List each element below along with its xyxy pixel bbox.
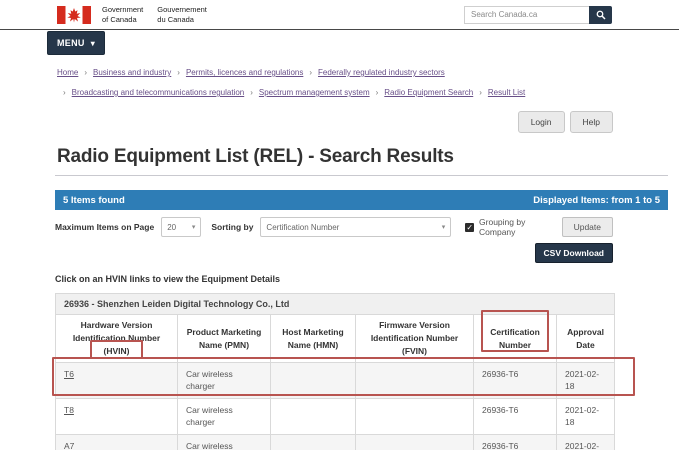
approval-date-cell: 2021-02-18 <box>557 363 615 399</box>
hvin-cell: T8 <box>56 399 178 435</box>
chevron-down-icon: ▾ <box>192 223 196 231</box>
col-header-fvin: Firmware Version Identification Number (… <box>356 315 474 363</box>
controls-row: Maximum Items on Page 20 ▾ Sorting by Ce… <box>55 217 613 237</box>
pmn-cell: Car wireless charger <box>178 363 271 399</box>
login-help-row: Login Help <box>0 111 679 133</box>
logo-wordmark-fr: Gouvernement du Canada <box>157 5 207 24</box>
hvin-link-t6[interactable]: T6 <box>64 369 74 379</box>
menu-button-label: MENU <box>57 38 85 48</box>
breadcrumb-broadcasting-telecom[interactable]: Broadcasting and telecommunications regu… <box>72 83 245 103</box>
hmn-cell <box>271 435 356 450</box>
hmn-cell <box>271 399 356 435</box>
grouping-checkbox[interactable]: ✓ <box>465 223 474 232</box>
company-name: 26936 - Shenzhen Leiden Digital Technolo… <box>56 294 615 315</box>
col-header-hvin: Hardware Version Identification Number (… <box>56 315 178 363</box>
pmn-cell: Car wireless charger <box>178 435 271 450</box>
certification-number-cell: 26936-T6 <box>474 399 557 435</box>
search-input[interactable] <box>464 6 589 24</box>
sorting-select[interactable]: Certification Number ▾ <box>260 217 451 237</box>
breadcrumb-separator: › <box>84 63 87 83</box>
table-row: A7 Car wireless charger 26936-T6 2021-02… <box>56 435 615 450</box>
breadcrumb-home[interactable]: Home <box>57 63 78 83</box>
chevron-down-icon: ▾ <box>91 39 95 48</box>
hvin-instruction: Click on an HVIN links to view the Equip… <box>55 274 679 284</box>
breadcrumb-separator: › <box>309 63 312 83</box>
max-items-value: 20 <box>167 223 176 232</box>
gc-header: Government of Canada Gouvernement du Can… <box>0 0 679 29</box>
sorting-value: Certification Number <box>266 223 339 232</box>
max-items-label: Maximum Items on Page <box>55 222 154 232</box>
certification-number-cell: 26936-T6 <box>474 435 557 450</box>
search-button[interactable] <box>589 6 612 24</box>
pmn-cell: Car wireless charger <box>178 399 271 435</box>
help-button[interactable]: Help <box>570 111 613 133</box>
col-header-pmn: Product Marketing Name (PMN) <box>178 315 271 363</box>
items-found-label: 5 Items found <box>63 195 125 206</box>
breadcrumb-separator: › <box>63 83 66 103</box>
update-button[interactable]: Update <box>562 217 613 237</box>
col-header-certification-number: Certification Number <box>474 315 557 363</box>
breadcrumb-line-1: Home › Business and industry › Permits, … <box>57 63 580 83</box>
grouping-checkbox-group[interactable]: ✓ Grouping by Company <box>465 217 561 237</box>
chevron-down-icon: ▾ <box>442 223 446 231</box>
table-row: T8 Car wireless charger 26936-T6 2021-02… <box>56 399 615 435</box>
grouping-label: Grouping by Company <box>479 217 562 237</box>
fvin-cell <box>356 435 474 450</box>
menu-button[interactable]: MENU ▾ <box>47 31 105 55</box>
site-search <box>464 6 612 24</box>
hvin-cell: T6 <box>56 363 178 399</box>
approval-date-cell: 2021-02-18 <box>557 435 615 450</box>
logo-wordmark: Government of Canada Gouvernement du Can… <box>102 5 207 24</box>
hvin-link-t8[interactable]: T8 <box>64 405 74 415</box>
title-divider <box>55 175 668 176</box>
col-header-hmn: Host Marketing Name (HMN) <box>271 315 356 363</box>
breadcrumb-separator: › <box>177 63 180 83</box>
displayed-items-label: Displayed Items: from 1 to 5 <box>533 195 660 206</box>
menu-bar: MENU ▾ <box>0 29 679 56</box>
table-row: T6 Car wireless charger 26936-T6 2021-02… <box>56 363 615 399</box>
logo-wordmark-en: Government of Canada <box>102 5 143 24</box>
breadcrumb-separator: › <box>250 83 253 103</box>
breadcrumb: Home › Business and industry › Permits, … <box>0 56 580 103</box>
hvin-link-a7[interactable]: A7 <box>64 441 74 450</box>
page-title: Radio Equipment List (REL) - Search Resu… <box>57 146 679 168</box>
csv-download-button[interactable]: CSV Download <box>535 243 613 263</box>
fvin-cell <box>356 363 474 399</box>
certification-number-cell: 26936-T6 <box>474 363 557 399</box>
breadcrumb-result-list[interactable]: Result List <box>488 83 525 103</box>
max-items-select[interactable]: 20 ▾ <box>161 217 201 237</box>
page: Government of Canada Gouvernement du Can… <box>0 0 679 450</box>
canada-logo[interactable]: Government of Canada Gouvernement du Can… <box>57 5 207 24</box>
hvin-cell: A7 <box>56 435 178 450</box>
approval-date-cell: 2021-02-18 <box>557 399 615 435</box>
csv-row: CSV Download <box>55 243 613 263</box>
breadcrumb-permits-licences[interactable]: Permits, licences and regulations <box>186 63 303 83</box>
breadcrumb-separator: › <box>376 83 379 103</box>
results-table: 26936 - Shenzhen Leiden Digital Technolo… <box>55 293 615 450</box>
results-bar: 5 Items found Displayed Items: from 1 to… <box>55 190 668 210</box>
table-header-row: Hardware Version Identification Number (… <box>56 315 615 363</box>
breadcrumb-line-2: › Broadcasting and telecommunications re… <box>57 83 580 103</box>
login-button[interactable]: Login <box>518 111 565 133</box>
breadcrumb-federally-regulated[interactable]: Federally regulated industry sectors <box>318 63 445 83</box>
hmn-cell <box>271 363 356 399</box>
fvin-cell <box>356 399 474 435</box>
company-group-header: 26936 - Shenzhen Leiden Digital Technolo… <box>56 294 615 315</box>
breadcrumb-spectrum-management[interactable]: Spectrum management system <box>259 83 370 103</box>
sorting-by-label: Sorting by <box>211 222 253 232</box>
canada-flag-icon <box>57 6 91 24</box>
search-icon <box>596 10 606 20</box>
breadcrumb-separator: › <box>479 83 482 103</box>
breadcrumb-business-and-industry[interactable]: Business and industry <box>93 63 171 83</box>
breadcrumb-radio-equipment-search[interactable]: Radio Equipment Search <box>384 83 473 103</box>
col-header-approval-date: Approval Date <box>557 315 615 363</box>
